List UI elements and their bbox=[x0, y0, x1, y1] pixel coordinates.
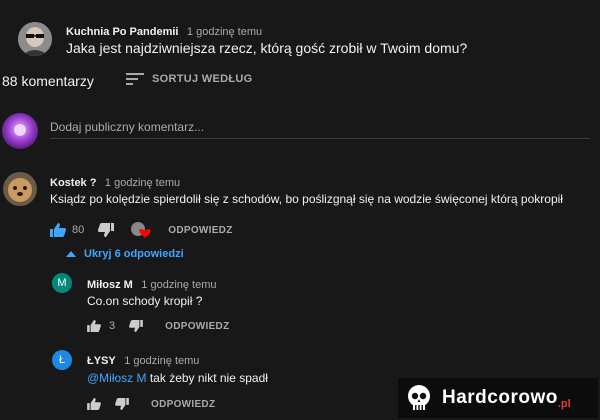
post-author-avatar[interactable] bbox=[18, 22, 52, 56]
sort-label: SORTUJ WEDŁUG bbox=[152, 73, 253, 85]
creator-heart-badge bbox=[130, 221, 152, 239]
reply-text-body: tak żeby nikt nie spadł bbox=[146, 371, 268, 385]
skull-icon bbox=[408, 385, 430, 410]
toggle-replies-button[interactable]: Ukryj 6 odpowiedzi bbox=[66, 248, 184, 260]
post-timestamp[interactable]: 1 godzinę temu bbox=[187, 26, 262, 38]
heart-icon bbox=[131, 222, 152, 238]
person-with-sunglasses-icon bbox=[18, 22, 52, 56]
add-comment-input[interactable]: Dodaj publiczny komentarz... bbox=[50, 118, 590, 139]
sort-icon bbox=[126, 73, 144, 85]
reply-author-name[interactable]: ŁYSY bbox=[87, 355, 116, 367]
reply-author-avatar[interactable]: Ł bbox=[52, 350, 72, 370]
reply-author-name[interactable]: Miłosz M bbox=[87, 279, 133, 291]
reply-text: @Miłosz M tak żeby nikt nie spadł bbox=[87, 371, 268, 385]
sort-button[interactable]: SORTUJ WEDŁUG bbox=[126, 72, 252, 86]
reply-mention-link[interactable]: @Miłosz M bbox=[87, 371, 147, 385]
comment-text: Ksiądz po kolędzie spierdolił się z scho… bbox=[50, 192, 563, 206]
comment-reply-button[interactable]: ODPOWIEDZ bbox=[168, 225, 232, 236]
post-text: Jaka jest najdziwniejsza rzecz, którą go… bbox=[66, 40, 468, 56]
like-count: 3 bbox=[109, 320, 116, 332]
like-icon[interactable] bbox=[87, 320, 101, 332]
toggle-replies-label: Ukryj 6 odpowiedzi bbox=[84, 248, 184, 260]
watermark: Hardcorowo .pl bbox=[398, 378, 598, 418]
reply-reply-button[interactable]: ODPOWIEDZ bbox=[151, 399, 215, 410]
dislike-icon[interactable] bbox=[115, 398, 129, 410]
reply-avatar-letter: Ł bbox=[58, 354, 66, 366]
user-avatar-icon bbox=[2, 113, 38, 149]
comment-timestamp[interactable]: 1 godzinę temu bbox=[105, 177, 180, 189]
comment-author-avatar[interactable] bbox=[3, 172, 37, 206]
reply-reply-button[interactable]: ODPOWIEDZ bbox=[165, 321, 229, 332]
reply-avatar-letter: M bbox=[57, 277, 67, 289]
reply-timestamp[interactable]: 1 godzinę temu bbox=[124, 355, 199, 367]
dog-photo-icon bbox=[3, 172, 37, 206]
dislike-icon[interactable] bbox=[98, 223, 115, 237]
chevron-up-icon bbox=[66, 251, 76, 257]
like-count: 80 bbox=[72, 224, 85, 236]
comments-count: 88 komentarzy bbox=[2, 73, 94, 89]
dislike-icon[interactable] bbox=[129, 320, 143, 332]
watermark-text: Hardcorowo bbox=[442, 387, 558, 408]
reply-text: Co.on schody kropił ? bbox=[87, 294, 203, 308]
reply-author-avatar[interactable]: M bbox=[52, 273, 72, 293]
comment-author-name[interactable]: Kostek ? bbox=[50, 177, 96, 189]
like-icon[interactable] bbox=[87, 398, 101, 410]
add-comment-placeholder: Dodaj publiczny komentarz... bbox=[50, 120, 205, 134]
post-author-name[interactable]: Kuchnia Po Pandemii bbox=[66, 26, 178, 38]
watermark-suffix: .pl bbox=[557, 398, 571, 410]
current-user-avatar bbox=[2, 113, 38, 149]
reply-timestamp[interactable]: 1 godzinę temu bbox=[141, 279, 216, 291]
like-icon[interactable] bbox=[50, 223, 66, 237]
